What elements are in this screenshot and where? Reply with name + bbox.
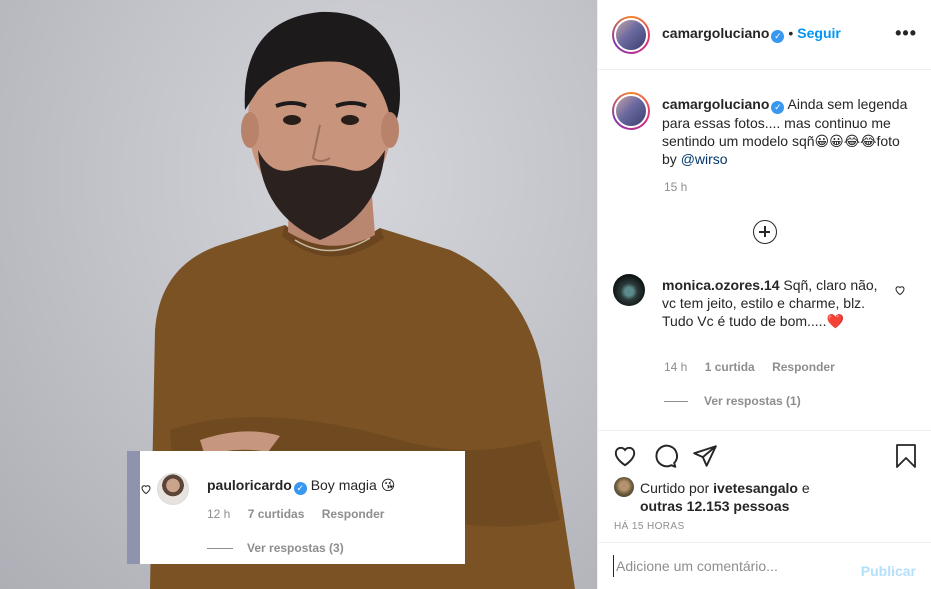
post-header: camargoluciano ✓ • Seguir ••• <box>598 0 931 70</box>
comment-body: Boy magia 😘 <box>310 477 396 493</box>
post-photo[interactable]: pauloricardo ✓ Boy magia 😘 12 h 7 curtida… <box>0 0 597 589</box>
comment-time: 14 h <box>664 360 688 374</box>
bookmark-icon[interactable] <box>894 443 918 469</box>
author-username[interactable]: camargoluciano <box>662 25 769 41</box>
follow-button[interactable]: Seguir <box>797 25 841 41</box>
liked-by-joiner: e <box>801 480 810 496</box>
comment-meta: 12 h 7 curtidas Responder <box>207 507 398 521</box>
author-avatar[interactable] <box>612 16 650 54</box>
view-replies-button[interactable]: Ver respostas (1) <box>664 394 801 408</box>
heart-icon[interactable] <box>140 483 152 495</box>
liker-username[interactable]: ivetesangalo <box>713 480 798 496</box>
commenter-avatar[interactable] <box>613 274 645 306</box>
comment-likes[interactable]: 7 curtidas <box>248 507 305 521</box>
heart-icon[interactable] <box>894 284 906 296</box>
liker-avatar[interactable] <box>614 477 634 497</box>
add-comment-bar: Publicar <box>598 542 931 589</box>
comment-likes[interactable]: 1 curtida <box>705 360 755 374</box>
heart-icon[interactable] <box>612 443 638 469</box>
share-icon[interactable] <box>692 443 718 469</box>
commenter-username[interactable]: monica.ozores.14 <box>662 277 780 293</box>
caption-author-avatar[interactable] <box>612 92 650 130</box>
view-replies-button[interactable]: Ver respostas (3) <box>207 541 344 555</box>
comment-text: monica.ozores.14 Sqñ, claro não, vc tem … <box>662 276 892 330</box>
separator-dot: • <box>788 25 794 41</box>
comment-time: 12 h <box>207 507 231 521</box>
post-timestamp[interactable]: HÁ 15 HORAS <box>614 521 685 532</box>
post-actions: Curtido por ivetesangalo e outras 12.153… <box>598 430 931 540</box>
comment-meta: 14 h 1 curtida Responder <box>664 360 849 374</box>
more-options-icon[interactable]: ••• <box>895 23 917 44</box>
verified-badge-icon: ✓ <box>771 30 785 43</box>
reply-button[interactable]: Responder <box>322 507 385 521</box>
verified-badge-icon: ✓ <box>771 101 785 114</box>
liked-by-prefix: Curtido por <box>640 480 710 496</box>
comment-icon[interactable] <box>652 443 678 469</box>
plus-circle-icon[interactable] <box>753 220 777 244</box>
likes-count-link[interactable]: outras 12.153 pessoas <box>614 497 924 515</box>
post-side-panel: camargoluciano ✓ • Seguir ••• camargolucian… <box>597 0 931 589</box>
caption-mention-link[interactable]: @wirso <box>681 151 728 167</box>
verified-badge-icon: ✓ <box>293 482 307 495</box>
caption-text: camargoluciano ✓ Ainda sem legenda para e… <box>662 95 912 168</box>
comment-input[interactable] <box>613 555 833 577</box>
embedded-comment-card: pauloricardo ✓ Boy magia 😘 12 h 7 curtida… <box>127 451 465 564</box>
embedded-comment-text: pauloricardo ✓ Boy magia 😘 <box>207 477 395 495</box>
caption-time: 15 h <box>664 180 688 194</box>
reply-button[interactable]: Responder <box>772 360 835 374</box>
author-info: camargoluciano ✓ • Seguir <box>662 25 841 43</box>
publish-button[interactable]: Publicar <box>861 563 916 579</box>
likes-summary: Curtido por ivetesangalo e outras 12.153… <box>614 477 924 515</box>
commenter-avatar[interactable] <box>157 473 189 505</box>
caption-username[interactable]: camargoluciano <box>662 96 769 112</box>
commenter-username[interactable]: pauloricardo <box>207 477 292 493</box>
